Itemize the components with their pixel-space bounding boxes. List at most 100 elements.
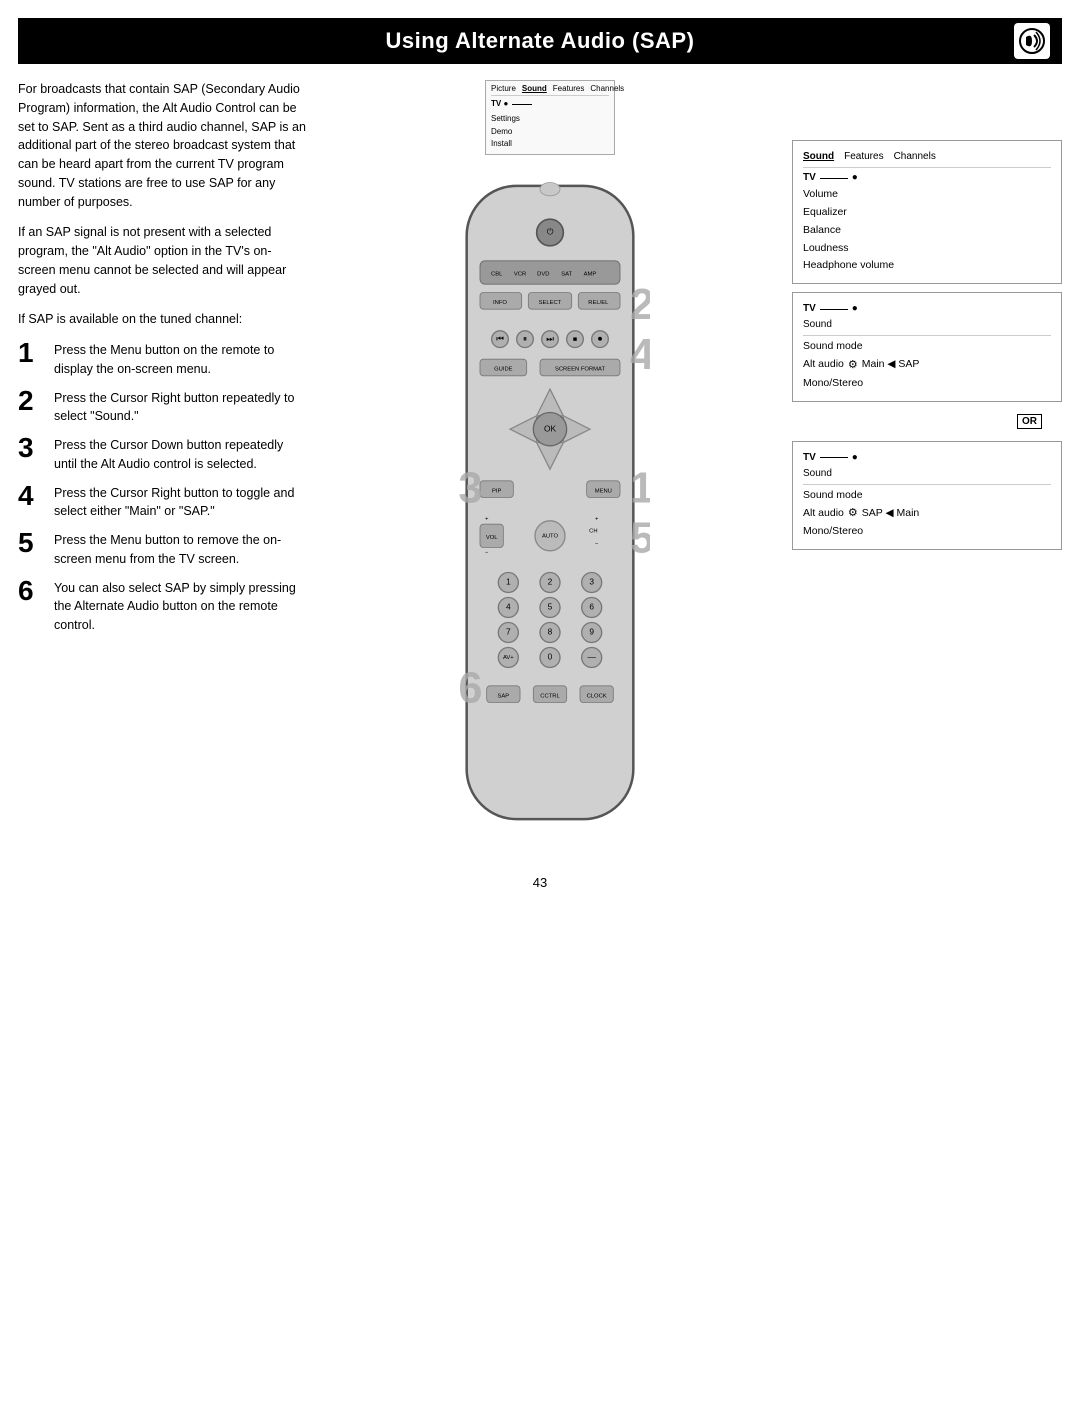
left-column: For broadcasts that contain SAP (Seconda… <box>18 80 308 839</box>
svg-text:CLOCK: CLOCK <box>587 694 607 700</box>
menu-item-equalizer: Equalizer <box>803 204 1051 222</box>
sound-menu-nav: Sound Features Channels <box>803 149 1051 168</box>
middle-column: Picture Sound Features Channels TV ● Set… <box>324 80 776 839</box>
menu-nav-picture: Picture <box>491 84 516 93</box>
sound-mode-label-2: Sound mode <box>803 487 1051 505</box>
svg-text:DVD: DVD <box>537 272 549 278</box>
top-menu-screenshot: Picture Sound Features Channels TV ● Set… <box>485 80 615 155</box>
svg-text:3: 3 <box>589 577 594 587</box>
svg-text:OK: OK <box>544 424 556 434</box>
menu-nav-channels: Channels <box>590 84 624 93</box>
nav-sound: Sound <box>803 149 834 165</box>
tv-label-3: TV ● <box>803 450 1051 466</box>
step-5: 5 Press the Menu button to remove the on… <box>18 531 308 569</box>
svg-text:−: − <box>485 550 489 556</box>
sound-menu-items: Volume Equalizer Balance Loudness Headph… <box>803 186 1051 275</box>
menu-settings: Settings <box>491 113 609 126</box>
nav-features: Features <box>844 149 883 165</box>
svg-text:SELECT: SELECT <box>539 300 562 306</box>
remote-control: ⏻ CBL VCR DVD SAT AMP INFO SELECT REL/EL… <box>450 169 650 839</box>
svg-text:⏮: ⏮ <box>496 334 504 344</box>
menu-box-sound: Sound Features Channels TV ● Volume Equa… <box>792 140 1062 284</box>
menu-install: Install <box>491 138 609 151</box>
top-menu-items: TV ● Settings Demo Install <box>491 98 609 151</box>
svg-text:5: 5 <box>548 602 553 612</box>
menu-box-altaudio-2: TV ● Sound Sound mode Alt audio ⚙ SAP ◀ … <box>792 441 1062 550</box>
svg-text:MENU: MENU <box>595 489 612 495</box>
svg-text:4: 4 <box>506 602 511 612</box>
menu-demo: Demo <box>491 126 609 139</box>
gear-icon-2: ⚙ <box>848 504 858 523</box>
svg-text:CH: CH <box>589 529 597 535</box>
svg-text:1: 1 <box>630 465 650 513</box>
intro-para-2: If an SAP signal is not present with a s… <box>18 223 308 298</box>
alt-audio-label-2: Alt audio <box>803 505 844 523</box>
step-1: 1 Press the Menu button on the remote to… <box>18 341 308 379</box>
mono-stereo-1: Mono/Stereo <box>803 375 1051 393</box>
step-2: 2 Press the Cursor Right button repeated… <box>18 389 308 427</box>
svg-text:9: 9 <box>589 627 594 637</box>
main-selected-1: Main ◀ SAP <box>862 356 920 374</box>
menu-item-volume: Volume <box>803 186 1051 204</box>
svg-text:3: 3 <box>458 465 482 513</box>
right-column: Sound Features Channels TV ● Volume Equa… <box>792 80 1062 839</box>
tv-label-top: TV ● <box>491 98 508 111</box>
steps-list: 1 Press the Menu button on the remote to… <box>18 341 308 635</box>
svg-text:+: + <box>485 517 489 523</box>
svg-text:⏭: ⏭ <box>546 334 554 344</box>
svg-text:2: 2 <box>630 281 650 329</box>
svg-text:0: 0 <box>548 652 553 662</box>
sap-selected: SAP ◀ Main <box>862 505 920 523</box>
svg-text:2: 2 <box>548 577 553 587</box>
alt-audio-label-1: Alt audio <box>803 356 844 374</box>
remote-svg: ⏻ CBL VCR DVD SAT AMP INFO SELECT REL/EL… <box>450 169 650 836</box>
svg-text:GUIDE: GUIDE <box>494 367 513 373</box>
tv-label-1: TV ● <box>803 170 1051 186</box>
alt-audio-row-2: Alt audio ⚙ SAP ◀ Main <box>803 504 1051 523</box>
or-divider-wrapper: OR <box>792 410 1062 433</box>
step-6: 6 You can also select SAP by simply pres… <box>18 579 308 635</box>
svg-text:SAP: SAP <box>497 694 509 700</box>
sound-header: Sound <box>803 317 1051 336</box>
nav-channels: Channels <box>894 149 936 165</box>
svg-text:—: — <box>588 652 597 662</box>
step-4: 4 Press the Cursor Right button to toggl… <box>18 484 308 522</box>
svg-text:CBL: CBL <box>491 272 503 278</box>
menu-nav-features: Features <box>553 84 585 93</box>
intro-para-3: If SAP is available on the tuned channel… <box>18 310 308 329</box>
step-3: 3 Press the Cursor Down button repeatedl… <box>18 436 308 474</box>
tv-label-2: TV ● <box>803 301 1051 317</box>
svg-text:−: − <box>595 542 599 548</box>
menu-box-altaudio-1: TV ● Sound Sound mode Alt audio ⚙ Main ◀… <box>792 292 1062 401</box>
main-content: For broadcasts that contain SAP (Seconda… <box>0 64 1080 855</box>
or-divider: OR <box>1017 414 1042 429</box>
gear-icon-1: ⚙ <box>848 356 858 375</box>
svg-text:REL/EL: REL/EL <box>588 300 609 306</box>
svg-text:AUTO: AUTO <box>542 534 559 540</box>
page-header: Using Alternate Audio (SAP) <box>18 18 1062 64</box>
svg-text:⏸: ⏸ <box>523 334 527 344</box>
svg-text:8: 8 <box>548 627 553 637</box>
svg-text:VCR: VCR <box>514 272 526 278</box>
svg-text:6: 6 <box>458 665 482 713</box>
menu-item-headphone: Headphone volume <box>803 257 1051 275</box>
svg-text:6: 6 <box>589 602 594 612</box>
svg-text:4: 4 <box>630 331 650 379</box>
menu-item-balance: Balance <box>803 222 1051 240</box>
svg-text:5: 5 <box>630 515 650 563</box>
svg-text:SCREEN FORMAT: SCREEN FORMAT <box>555 367 606 373</box>
svg-text:CCTRL: CCTRL <box>540 694 560 700</box>
sound-mode-label: Sound mode <box>803 338 1051 356</box>
svg-text:PIP: PIP <box>492 489 502 495</box>
sound-icon <box>1014 23 1050 59</box>
intro-para-1: For broadcasts that contain SAP (Seconda… <box>18 80 308 211</box>
svg-text:SAT: SAT <box>561 272 572 278</box>
svg-text:7: 7 <box>506 627 511 637</box>
sound-mode-2: Sound mode Alt audio ⚙ SAP ◀ Main Mono/S… <box>803 487 1051 541</box>
svg-text:⏻: ⏻ <box>547 227 554 237</box>
svg-text:INFO: INFO <box>493 300 507 306</box>
svg-text:AV+: AV+ <box>503 655 514 661</box>
sound-mode-1: Sound mode Alt audio ⚙ Main ◀ SAP Mono/S… <box>803 338 1051 392</box>
top-menu-nav: Picture Sound Features Channels <box>491 84 609 96</box>
connector-line-top <box>512 104 532 105</box>
